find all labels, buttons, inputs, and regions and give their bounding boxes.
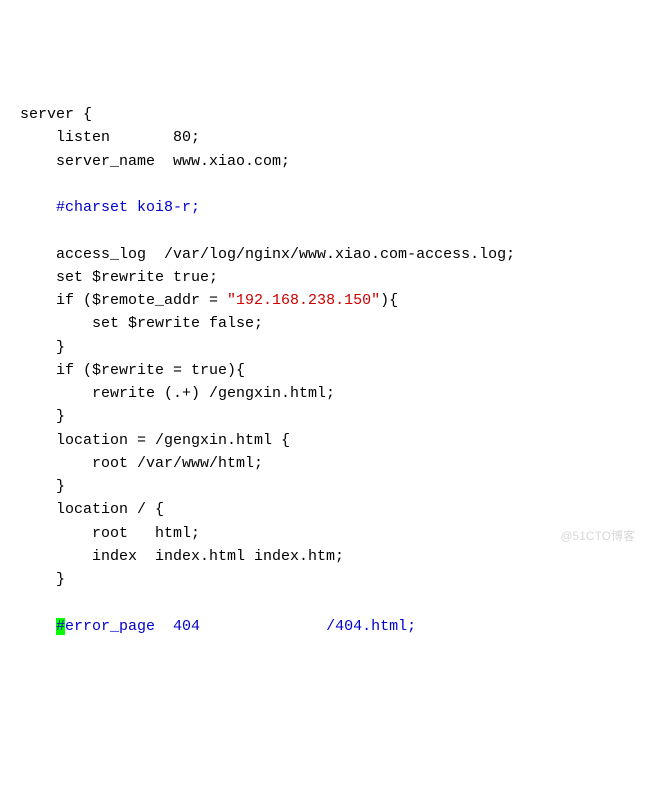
- line-root-varwww: root /var/www/html;: [20, 455, 263, 472]
- line-index: index index.html index.htm;: [20, 548, 344, 565]
- line-close-brace: }: [20, 571, 65, 588]
- line-access-log: access_log /var/log/nginx/www.xiao.com-a…: [20, 246, 515, 263]
- comment-charset: #charset koi8-r;: [56, 199, 200, 216]
- line-close-brace: }: [20, 339, 65, 356]
- indent: [20, 199, 56, 216]
- line-if-rewrite-true: if ($rewrite = true){: [20, 362, 245, 379]
- line-set-rewrite-true: set $rewrite true;: [20, 269, 218, 286]
- comment-error-page: error_page 404 /404.html;: [65, 618, 416, 635]
- line-rewrite-rule: rewrite (.+) /gengxin.html;: [20, 385, 335, 402]
- string-ip: "192.168.238.150": [227, 292, 380, 309]
- line-root-html: root html;: [20, 525, 200, 542]
- line-server-name: server_name www.xiao.com;: [20, 153, 290, 170]
- code-block: server { listen 80; server_name www.xiao…: [20, 103, 629, 638]
- indent: [20, 618, 56, 635]
- line-location-gengxin: location = /gengxin.html {: [20, 432, 290, 449]
- highlighted-hash: #: [56, 618, 65, 635]
- line-if-remote-addr-a: if ($remote_addr =: [20, 292, 227, 309]
- line-close-brace: }: [20, 478, 65, 495]
- line-close-brace: }: [20, 408, 65, 425]
- watermark-text: @51CTO博客: [560, 527, 635, 546]
- line-location-root: location / {: [20, 501, 164, 518]
- line-if-remote-addr-c: ){: [380, 292, 398, 309]
- line-listen: listen 80;: [20, 129, 200, 146]
- line-set-rewrite-false: set $rewrite false;: [20, 315, 263, 332]
- line-server-open: server {: [20, 106, 92, 123]
